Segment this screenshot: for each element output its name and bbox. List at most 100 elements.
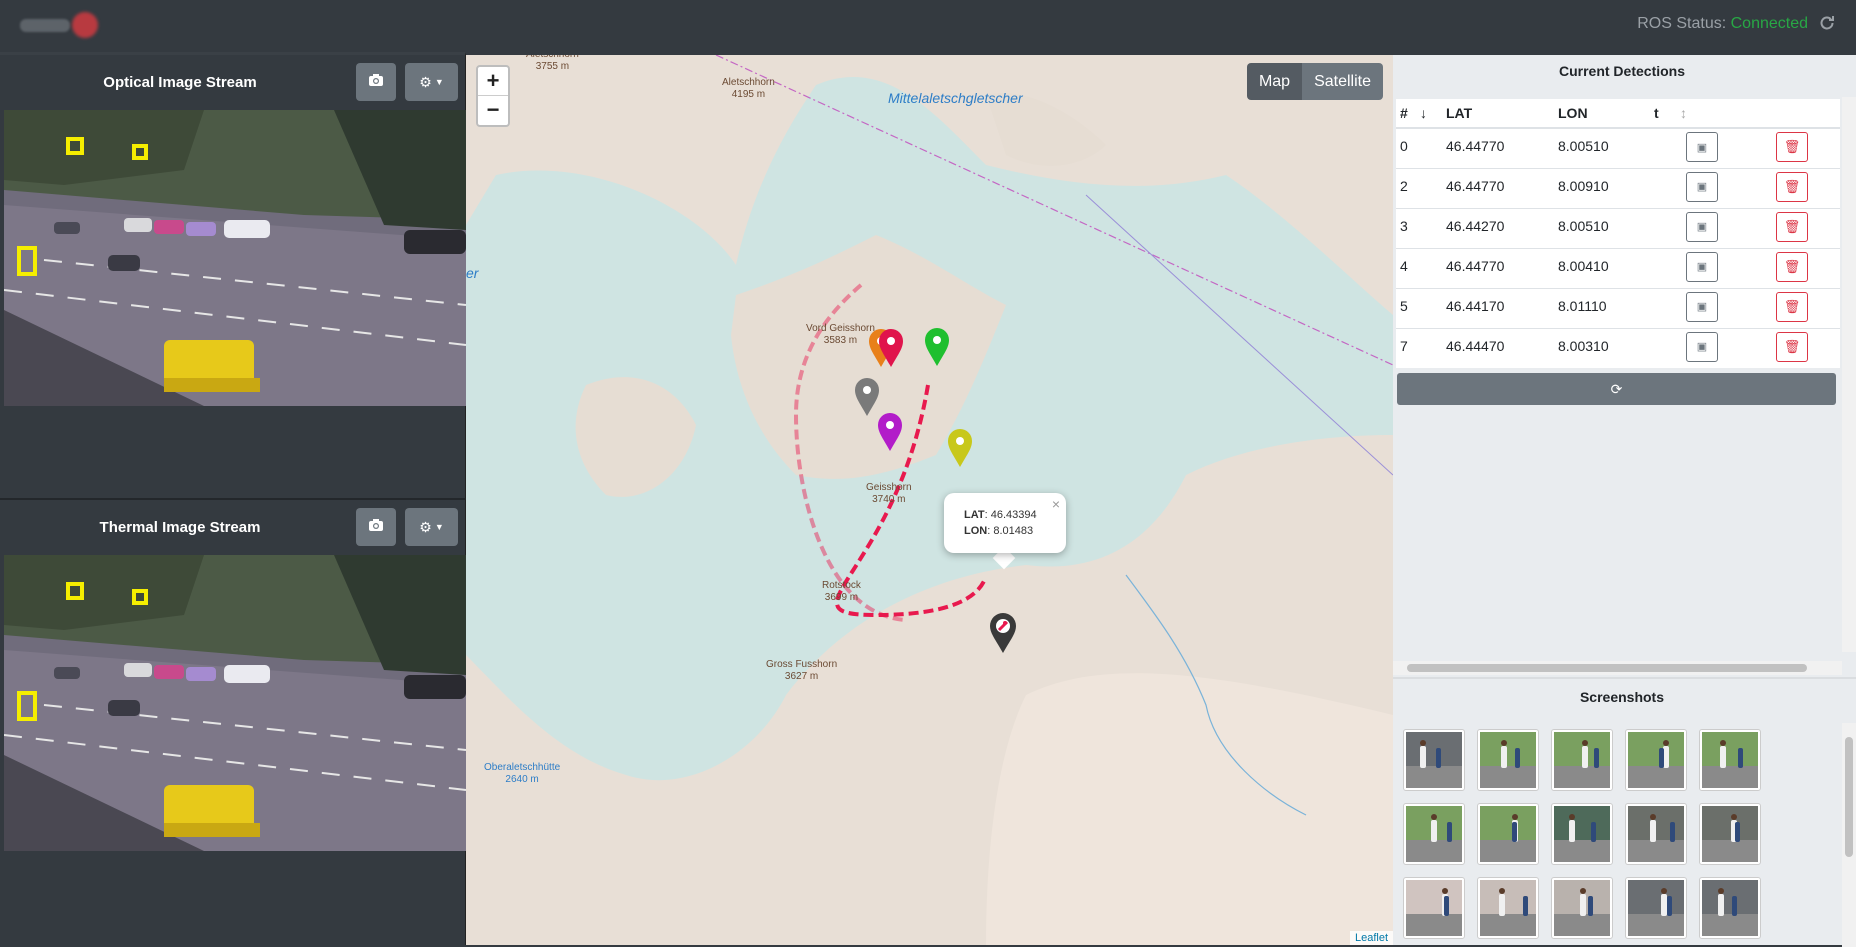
show-image-button[interactable]: ▣ — [1686, 171, 1718, 202]
gear-icon: ⚙ — [419, 73, 432, 90]
screenshot-thumbnail[interactable] — [1403, 803, 1465, 865]
caret-down-icon: ▼ — [434, 522, 444, 532]
row-lon: 8.01110 — [1554, 287, 1650, 328]
map-marker[interactable] — [924, 327, 950, 367]
screenshot-image — [1628, 732, 1684, 788]
map-marker[interactable] — [947, 428, 973, 468]
leaflet-attribution-link[interactable]: Leaflet — [1349, 931, 1393, 945]
images-icon: ▣ — [1696, 261, 1708, 273]
screenshot-image — [1554, 732, 1610, 788]
row-id: 3 — [1396, 207, 1416, 248]
reconnect-icon[interactable] — [1818, 14, 1838, 34]
screenshot-thumbnail[interactable] — [1477, 803, 1539, 865]
screenshot-thumbnail[interactable] — [1477, 877, 1539, 939]
show-image-button[interactable]: ▣ — [1686, 132, 1718, 162]
show-image-button[interactable]: ▣ — [1686, 211, 1718, 242]
thermal-snapshot-button[interactable] — [356, 508, 396, 546]
row-id: 7 — [1396, 327, 1416, 368]
screenshot-image — [1628, 880, 1684, 936]
table-row: 5 46.44170 8.01110 ▣ 🗑 — [1396, 287, 1840, 328]
horizontal-scrollbar[interactable] — [1393, 661, 1842, 675]
map-label-gross-fusshorn: Gross Fusshorn 3627 m — [766, 659, 838, 682]
detection-box — [132, 589, 148, 605]
vertical-scrollbar[interactable] — [1842, 97, 1856, 652]
current-position-marker[interactable] — [989, 612, 1017, 654]
screenshot-thumbnail[interactable] — [1551, 877, 1613, 939]
zoom-in-button[interactable]: + — [478, 67, 508, 96]
thermal-settings-button[interactable]: ⚙ ▼ — [405, 508, 458, 546]
row-lat: 46.44170 — [1442, 287, 1554, 328]
show-image-button[interactable]: ▣ — [1686, 291, 1718, 322]
camera-icon — [369, 73, 383, 91]
delete-button[interactable]: 🗑 — [1776, 211, 1808, 242]
trash-icon: 🗑 — [1783, 298, 1801, 314]
row-lon: 8.00310 — [1554, 327, 1650, 368]
map-label-vord-geisshorn: Vord Geisshorn 3583 m — [806, 323, 875, 346]
delete-button[interactable]: 🗑 — [1776, 132, 1808, 162]
screenshot-thumbnail[interactable] — [1403, 729, 1465, 791]
top-navbar: ROS Status: Connected — [0, 0, 1856, 52]
detection-box — [17, 246, 37, 276]
screenshot-image — [1554, 806, 1610, 862]
col-t-sort-icon[interactable]: ↕ — [1676, 99, 1758, 129]
screenshot-thumbnail[interactable] — [1551, 803, 1613, 865]
optical-snapshot-button[interactable] — [356, 63, 396, 101]
screenshots-scrollbar[interactable] — [1842, 723, 1856, 947]
row-lon: 8.00510 — [1554, 207, 1650, 248]
ros-status: ROS Status: Connected — [1637, 15, 1808, 33]
row-id: 0 — [1396, 127, 1416, 168]
thermal-stream-panel: Thermal Image Stream ⚙ ▼ — [0, 498, 466, 945]
screenshot-thumbnail[interactable] — [1403, 877, 1465, 939]
screenshot-thumbnail[interactable] — [1477, 729, 1539, 791]
images-icon: ▣ — [1696, 141, 1708, 154]
map-marker[interactable] — [878, 328, 904, 368]
zoom-out-button[interactable]: − — [478, 96, 508, 125]
map-marker[interactable] — [854, 377, 880, 417]
screenshot-thumbnail[interactable] — [1625, 803, 1687, 865]
detection-box — [17, 691, 37, 721]
screenshot-thumbnail[interactable] — [1625, 877, 1687, 939]
col-sort-icon[interactable]: ↓ — [1416, 99, 1442, 129]
caret-down-icon: ▼ — [434, 77, 444, 87]
screenshot-thumbnail[interactable] — [1551, 729, 1613, 791]
delete-button[interactable]: 🗑 — [1776, 171, 1808, 202]
col-t: t — [1650, 99, 1676, 129]
refresh-detections-button[interactable]: ⟳ — [1397, 373, 1836, 405]
delete-button[interactable]: 🗑 — [1776, 291, 1808, 322]
table-row: 2 46.44770 8.00910 ▣ 🗑 — [1396, 167, 1840, 208]
screenshot-image — [1480, 880, 1536, 936]
delete-button[interactable]: 🗑 — [1776, 331, 1808, 362]
screenshot-thumbnail[interactable] — [1625, 729, 1687, 791]
table-row: 7 46.44470 8.00310 ▣ 🗑 — [1396, 327, 1840, 368]
optical-settings-button[interactable]: ⚙ ▼ — [405, 63, 458, 101]
popup-close-button[interactable]: × — [1052, 496, 1060, 512]
screenshot-thumbnail[interactable] — [1699, 729, 1761, 791]
layer-map-button[interactable]: Map — [1246, 63, 1303, 100]
screenshot-image — [1628, 806, 1684, 862]
map-label-glacier: Mittelaletschgletscher — [888, 90, 1023, 106]
row-id: 2 — [1396, 167, 1416, 208]
ros-status-label: ROS Status: — [1637, 15, 1727, 32]
zoom-control: + − — [476, 65, 510, 127]
layer-satellite-button[interactable]: Satellite — [1302, 63, 1383, 100]
screenshot-image — [1702, 880, 1758, 936]
col-actions — [1758, 99, 1840, 129]
thermal-stream-title: Thermal Image Stream — [99, 519, 261, 536]
screenshot-thumbnail[interactable] — [1699, 803, 1761, 865]
optical-stream-title: Optical Image Stream — [103, 74, 257, 91]
optical-stream-header: Optical Image Stream ⚙ ▼ — [0, 55, 466, 110]
map-label-rotstock: Rotstock 3699 m — [822, 580, 861, 603]
screenshot-thumbnail[interactable] — [1699, 877, 1761, 939]
trash-icon: 🗑 — [1783, 178, 1801, 194]
screenshots-title: Screenshots — [1579, 689, 1665, 705]
optical-stream-image — [4, 110, 466, 406]
app-logo — [20, 12, 98, 38]
map-label-er: er — [466, 265, 479, 281]
map-marker[interactable] — [877, 412, 903, 452]
show-image-button[interactable]: ▣ — [1686, 251, 1718, 282]
map-view[interactable]: + − Map Satellite Aletschhorn 3755 m Ale… — [466, 55, 1393, 945]
delete-button[interactable]: 🗑 — [1776, 251, 1808, 282]
screenshot-image — [1702, 806, 1758, 862]
screenshot-grid — [1403, 729, 1761, 939]
show-image-button[interactable]: ▣ — [1686, 331, 1718, 362]
